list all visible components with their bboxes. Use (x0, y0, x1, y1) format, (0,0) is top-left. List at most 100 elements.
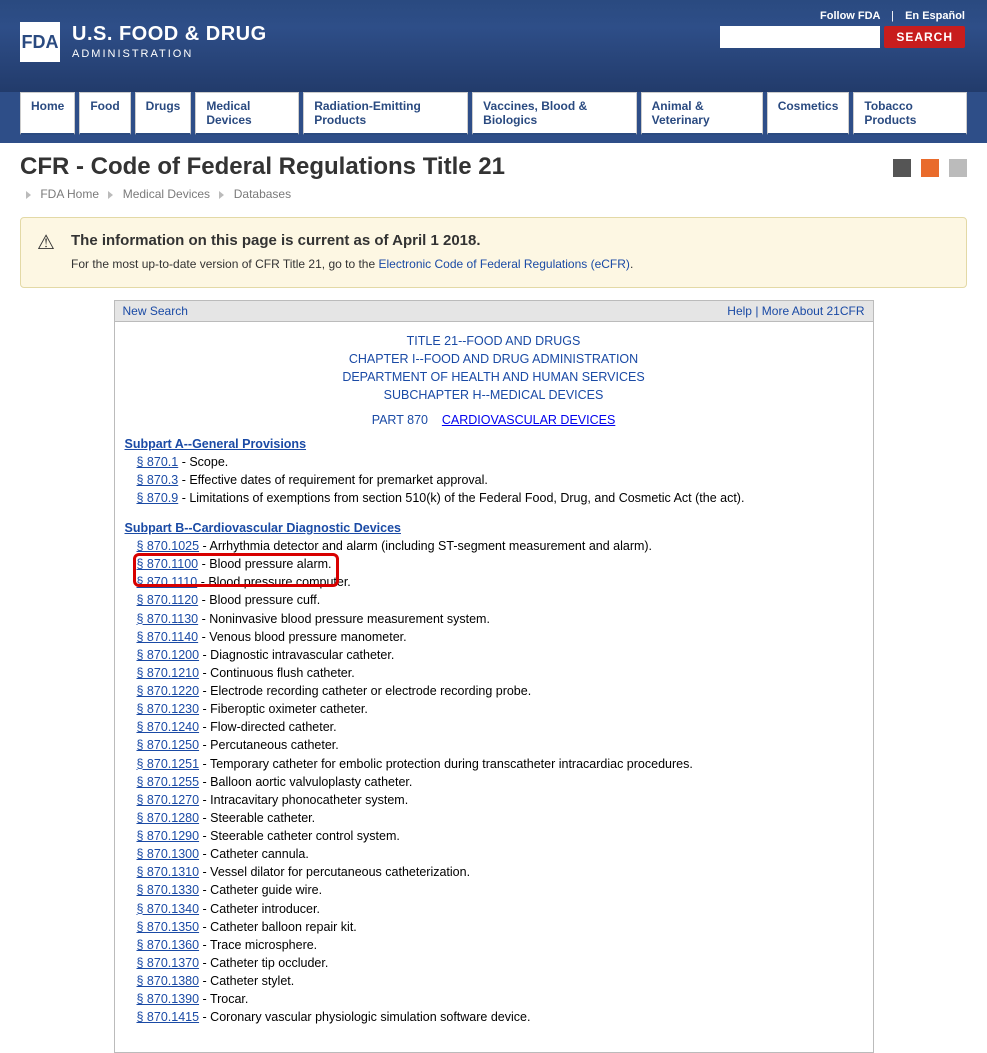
section-link[interactable]: § 870.1250 (137, 738, 200, 752)
section-description: - Catheter guide wire. (199, 883, 322, 897)
nav-item[interactable]: Cosmetics (767, 92, 850, 135)
section-link[interactable]: § 870.1340 (137, 902, 200, 916)
section-link[interactable]: § 870.3 (137, 473, 179, 487)
follow-fda-link[interactable]: Follow FDA (820, 10, 880, 22)
doc-line-2: CHAPTER I--FOOD AND DRUG ADMINISTRATION (349, 352, 638, 366)
regulation-line: § 870.1 - Scope. (137, 453, 863, 471)
fda-logo-icon: FDA (20, 22, 60, 62)
section-description: - Flow-directed catheter. (199, 720, 337, 734)
breadcrumb: FDA Home Medical Devices Databases (20, 187, 505, 201)
section-link[interactable]: § 870.1230 (137, 702, 200, 716)
nav-item[interactable]: Animal & Veterinary (641, 92, 763, 135)
warning-icon: ⚠ (37, 230, 55, 255)
regulation-line: § 870.1340 - Catheter introducer. (137, 900, 863, 918)
share-icon[interactable] (921, 159, 939, 177)
section-description: - Blood pressure cuff. (198, 593, 320, 607)
section-link[interactable]: § 870.1415 (137, 1010, 200, 1024)
section-link[interactable]: § 870.1100 (137, 557, 199, 571)
section-description: - Diagnostic intravascular catheter. (199, 648, 394, 662)
en-espanol-link[interactable]: En Español (905, 10, 965, 22)
section-description: - Balloon aortic valvuloplasty catheter. (199, 775, 412, 789)
breadcrumb-link[interactable]: Medical Devices (119, 187, 213, 201)
page-title: CFR - Code of Federal Regulations Title … (20, 153, 505, 181)
section-link[interactable]: § 870.1025 (137, 539, 200, 553)
regulation-line: § 870.1140 - Venous blood pressure manom… (137, 628, 863, 646)
help-link[interactable]: Help (727, 304, 752, 318)
nav-item[interactable]: Medical Devices (195, 92, 299, 135)
section-link[interactable]: § 870.1255 (137, 775, 200, 789)
search-input[interactable] (720, 26, 880, 48)
section-link[interactable]: § 870.1270 (137, 793, 200, 807)
section-link[interactable]: § 870.1251 (137, 757, 200, 771)
regulation-line: § 870.1290 - Steerable catheter control … (137, 827, 863, 845)
section-link[interactable]: § 870.1200 (137, 648, 200, 662)
section-link[interactable]: § 870.1280 (137, 811, 200, 825)
regulation-line: § 870.9 - Limitations of exemptions from… (137, 489, 863, 507)
regulation-line: § 870.1230 - Fiberoptic oximeter cathete… (137, 700, 863, 718)
section-description: - Intracavitary phonocatheter system. (199, 793, 408, 807)
ecfr-link[interactable]: Electronic Code of Federal Regulations (… (378, 257, 629, 271)
section-link[interactable]: § 870.1360 (137, 938, 200, 952)
section-link[interactable]: § 870.1390 (137, 992, 200, 1006)
section-link[interactable]: § 870.1300 (137, 847, 200, 861)
nav-item[interactable]: Home (20, 92, 75, 135)
section-link[interactable]: § 870.1210 (137, 666, 200, 680)
section-link[interactable]: § 870.1220 (137, 684, 200, 698)
nav-item[interactable]: Tobacco Products (853, 92, 967, 135)
chevron-right-icon (219, 191, 224, 199)
subpart-title-link[interactable]: Subpart A--General Provisions (125, 437, 307, 451)
subpart-title-link[interactable]: Subpart B--Cardiovascular Diagnostic Dev… (125, 521, 401, 535)
regulation-line: § 870.1240 - Flow-directed catheter. (137, 718, 863, 736)
doc-part-link[interactable]: CARDIOVASCULAR DEVICES (442, 413, 615, 427)
regulation-line: § 870.1251 - Temporary catheter for embo… (137, 755, 863, 773)
page-tools (893, 159, 967, 177)
breadcrumb-link[interactable]: Databases (230, 187, 291, 201)
regulation-line: § 870.1350 - Catheter balloon repair kit… (137, 918, 863, 936)
section-link[interactable]: § 870.1120 (137, 593, 199, 607)
section-link[interactable]: § 870.1240 (137, 720, 200, 734)
section-link[interactable]: § 870.1290 (137, 829, 200, 843)
section-link[interactable]: § 870.1140 (137, 630, 199, 644)
new-search-link[interactable]: New Search (123, 304, 188, 318)
regulation-line: § 870.3 - Effective dates of requirement… (137, 471, 863, 489)
section-link[interactable]: § 870.1310 (137, 865, 200, 879)
email-icon[interactable] (949, 159, 967, 177)
regulation-line: § 870.1270 - Intracavitary phonocatheter… (137, 791, 863, 809)
section-link[interactable]: § 870.1330 (137, 883, 200, 897)
section-link[interactable]: § 870.1350 (137, 920, 200, 934)
regulation-line: § 870.1025 - Arrhythmia detector and ala… (137, 537, 863, 555)
section-link[interactable]: § 870.1 (137, 455, 179, 469)
section-link[interactable]: § 870.1110 (137, 575, 198, 589)
regulation-line: § 870.1415 - Coronary vascular physiolog… (137, 1008, 863, 1026)
notice-banner: ⚠ The information on this page is curren… (20, 217, 967, 288)
section-description: - Catheter introducer. (199, 902, 320, 916)
print-icon[interactable] (893, 159, 911, 177)
section-description: - Venous blood pressure manometer. (198, 630, 406, 644)
section-link[interactable]: § 870.1370 (137, 956, 200, 970)
breadcrumb-link[interactable]: FDA Home (37, 187, 102, 201)
nav-item[interactable]: Vaccines, Blood & Biologics (472, 92, 636, 135)
section-description: - Blood pressure computer. (197, 575, 351, 589)
nav-item[interactable]: Radiation-Emitting Products (303, 92, 468, 135)
section-link[interactable]: § 870.1130 (137, 612, 199, 626)
section-description: - Steerable catheter. (199, 811, 315, 825)
regulation-line: § 870.1130 - Noninvasive blood pressure … (137, 610, 863, 628)
nav-item[interactable]: Drugs (135, 92, 192, 135)
section-description: - Catheter tip occluder. (199, 956, 328, 970)
section-link[interactable]: § 870.9 (137, 491, 179, 505)
section-description: - Temporary catheter for embolic protect… (199, 757, 693, 771)
section-description: - Percutaneous catheter. (199, 738, 339, 752)
search-button[interactable]: SEARCH (884, 26, 965, 48)
regulation-line: § 870.1300 - Catheter cannula. (137, 845, 863, 863)
site-title: U.S. FOOD & DRUG (72, 24, 267, 44)
regulation-line: § 870.1330 - Catheter guide wire. (137, 881, 863, 899)
section-link[interactable]: § 870.1380 (137, 974, 200, 988)
section-description: - Vessel dilator for percutaneous cathet… (199, 865, 470, 879)
more-about-link[interactable]: More About 21CFR (762, 304, 865, 318)
regulation-line: § 870.1120 - Blood pressure cuff. (137, 591, 863, 609)
nav-item[interactable]: Food (79, 92, 130, 135)
regulation-line: § 870.1110 - Blood pressure computer. (137, 573, 863, 591)
section-description: - Effective dates of requirement for pre… (178, 473, 488, 487)
regulation-line: § 870.1370 - Catheter tip occluder. (137, 954, 863, 972)
section-description: - Catheter balloon repair kit. (199, 920, 357, 934)
